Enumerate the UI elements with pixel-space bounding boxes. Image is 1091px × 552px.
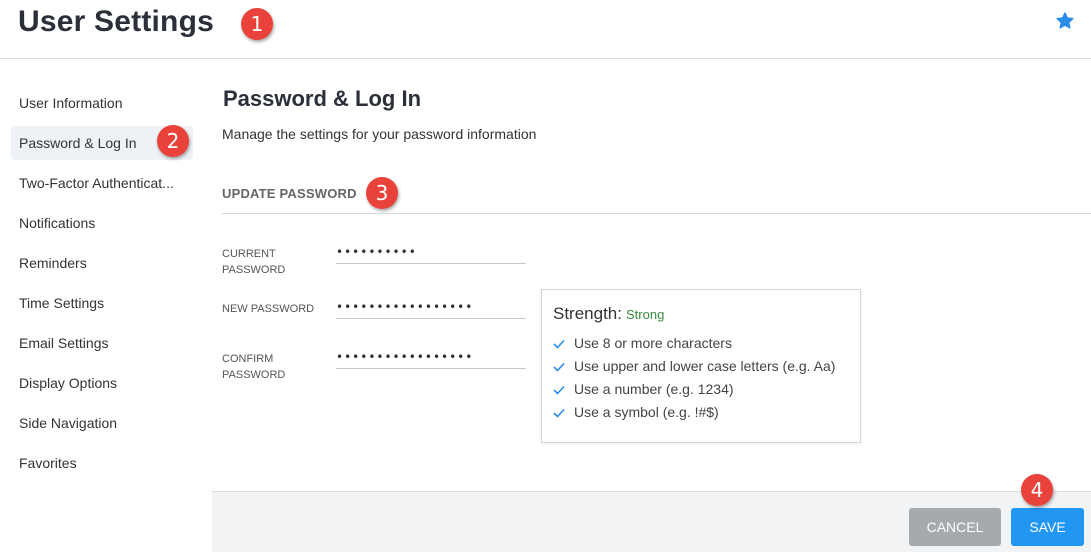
annotation-badge: 3 <box>366 177 398 209</box>
current-password-input[interactable] <box>336 240 526 264</box>
strength-heading: Strength: Strong <box>553 304 664 324</box>
section-title: Password & Log In <box>223 86 422 111</box>
annotation-badge: 1 <box>241 8 273 40</box>
page-title: User Settings <box>18 5 214 38</box>
new-password-label: NEW PASSWORD <box>222 303 315 315</box>
strength-label: Strength: <box>553 304 622 323</box>
confirm-password-label: CONFIRM PASSWORD <box>222 353 286 381</box>
sidebar-item-reminders[interactable]: Reminders <box>11 246 193 280</box>
annotation-badge: 4 <box>1021 474 1053 506</box>
sidebar-item-two-factor-authentication[interactable]: Two-Factor Authenticat... <box>11 166 193 200</box>
current-password-label: CURRENT PASSWORD <box>222 248 286 276</box>
strength-rule: Use 8 or more characters <box>553 335 732 351</box>
confirm-password-input[interactable] <box>336 345 526 369</box>
new-password-input[interactable] <box>336 295 526 319</box>
checkmark-icon <box>553 409 565 418</box>
checkmark-icon <box>553 386 565 395</box>
sidebar-item-notifications[interactable]: Notifications <box>11 206 193 240</box>
strength-rule-text: Use upper and lower case letters (e.g. A… <box>574 358 836 374</box>
sidebar-item-side-navigation[interactable]: Side Navigation <box>11 406 193 440</box>
checkmark-icon <box>553 363 565 372</box>
sidebar-item-time-settings[interactable]: Time Settings <box>11 286 193 320</box>
save-button[interactable]: SAVE <box>1011 508 1084 546</box>
section-description: Manage the settings for your password in… <box>222 126 537 142</box>
annotation-badge: 2 <box>157 125 189 157</box>
strength-value: Strong <box>626 307 665 322</box>
checkmark-icon <box>553 340 565 349</box>
sidebar-item-user-information[interactable]: User Information <box>11 86 193 120</box>
update-password-heading: UPDATE PASSWORD <box>222 186 357 201</box>
strength-rule: Use upper and lower case letters (e.g. A… <box>553 358 835 374</box>
action-footer: CANCEL SAVE <box>212 491 1091 552</box>
strength-rule: Use a number (e.g. 1234) <box>553 381 734 397</box>
section-divider <box>222 213 1091 214</box>
password-strength-popover: Strength: Strong Use 8 or more characters… <box>541 289 861 443</box>
strength-rule-text: Use a symbol (e.g. !#$) <box>574 404 719 420</box>
star-icon[interactable] <box>1055 11 1075 31</box>
sidebar-item-email-settings[interactable]: Email Settings <box>11 326 193 360</box>
strength-rule-text: Use 8 or more characters <box>574 335 732 351</box>
page-header: User Settings <box>0 0 1091 59</box>
sidebar-item-display-options[interactable]: Display Options <box>11 366 193 400</box>
main-content: Password & Log In Manage the settings fo… <box>212 60 1091 552</box>
sidebar-item-favorites[interactable]: Favorites <box>11 446 193 480</box>
cancel-button[interactable]: CANCEL <box>909 508 1001 546</box>
strength-rule: Use a symbol (e.g. !#$) <box>553 404 719 420</box>
strength-rule-text: Use a number (e.g. 1234) <box>574 381 734 397</box>
